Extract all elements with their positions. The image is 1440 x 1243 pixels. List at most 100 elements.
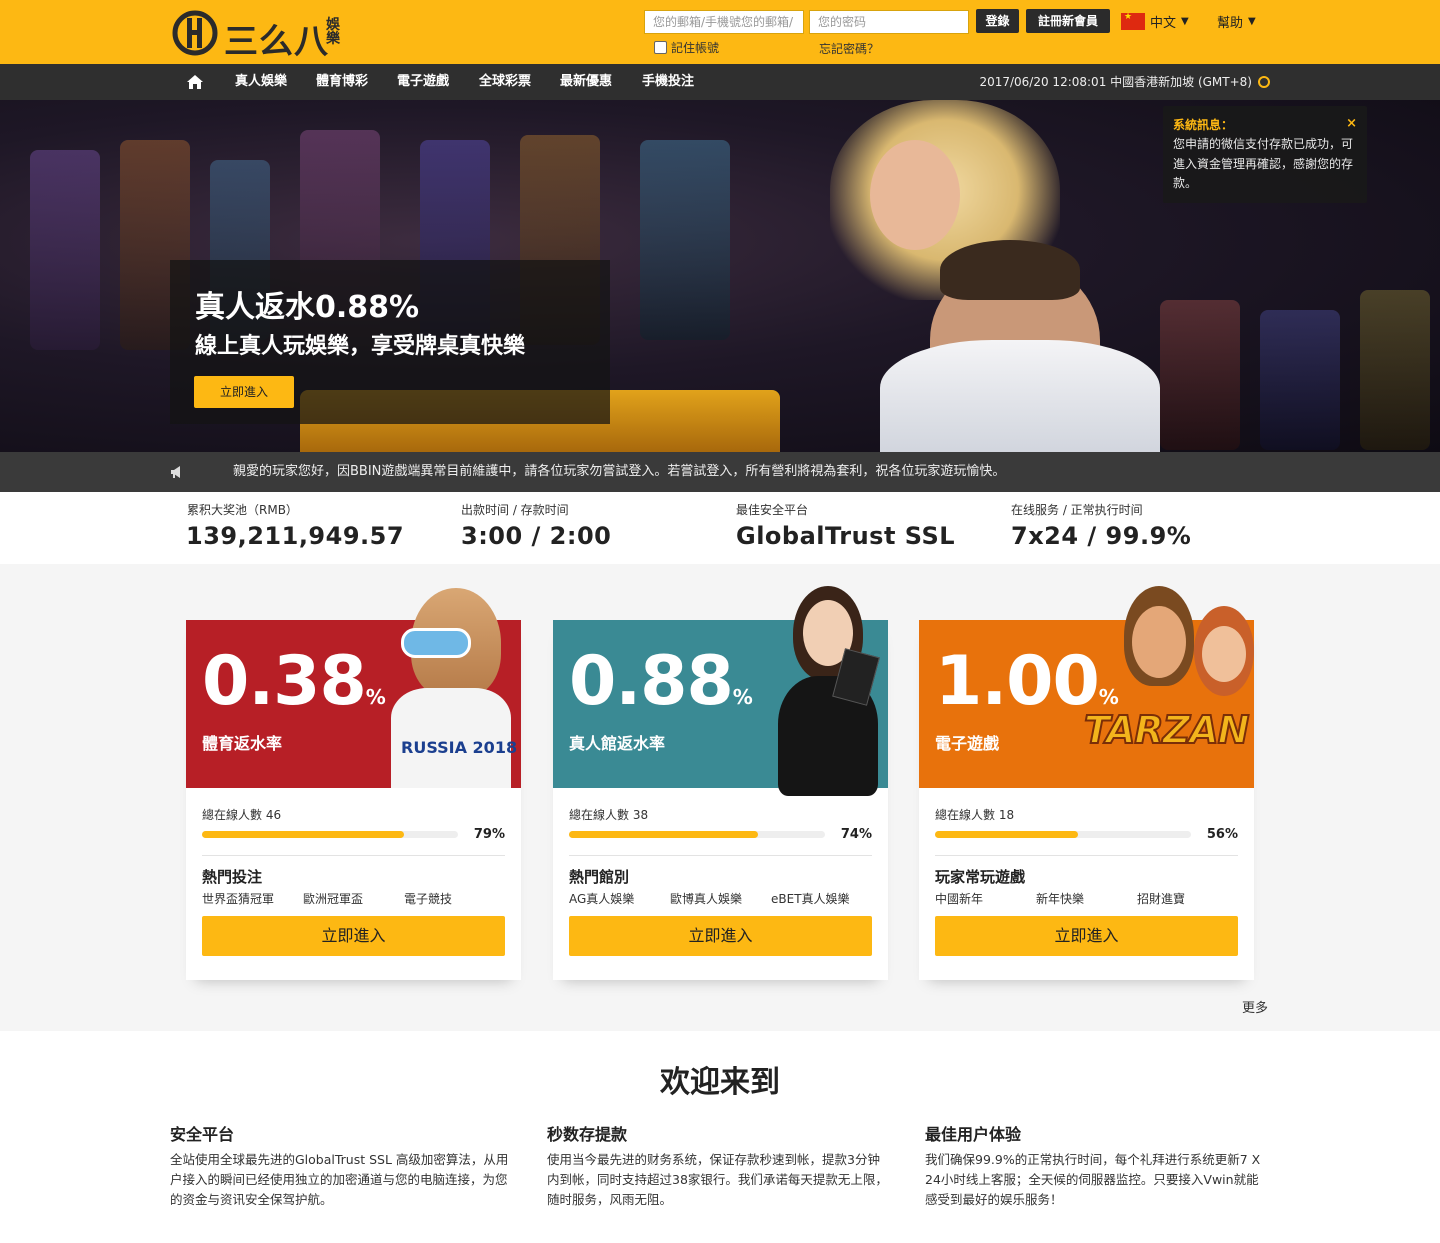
mascot-text: RUSSIA 2018: [401, 738, 518, 757]
progress-percent: 56%: [1206, 827, 1238, 842]
hot-links: 世界盃猜冠軍 歐洲冠軍盃 電子競技: [202, 890, 505, 907]
progress-percent: 74%: [840, 827, 872, 842]
card-header: RUSSIA 2018 0.38% 體育返水率: [186, 588, 521, 788]
announcement-text: 親愛的玩家您好，因BBIN遊戲端異常目前維護中，請各位玩家勿嘗試登入。若嘗試登入…: [233, 464, 1006, 479]
site-logo[interactable]: 三么八 娛樂: [172, 10, 348, 62]
logo-text: 三么八: [224, 22, 329, 62]
language-label: 中文: [1150, 16, 1177, 31]
online-progress-bar: [935, 831, 1191, 838]
enter-button[interactable]: 立即進入: [935, 916, 1238, 956]
rebate-card-live-casino: 0.88% 真人館返水率 總在線人數 38 74% 熱門館別 AG真人娛樂 歐博真…: [553, 586, 888, 980]
remember-account[interactable]: 記住帳號: [654, 39, 719, 56]
card-title: 電子遊戲: [935, 734, 1000, 753]
online-count: 總在線人數 18: [935, 808, 1015, 822]
stat-label-payout-time: 出款时间 / 存款时间: [461, 503, 569, 517]
hero-enter-button[interactable]: 立即進入: [194, 376, 294, 408]
hot-links: 中國新年 新年快樂 招財進寶: [935, 890, 1238, 907]
system-notice-popup: 系統訊息： × 您申請的微信支付存款已成功，可進入資金管理再確認，感謝您的存款。: [1163, 106, 1367, 203]
progress-percent: 79%: [473, 827, 505, 842]
divider: [202, 855, 505, 856]
hot-title: 玩家常玩遊戲: [935, 868, 1026, 886]
feature-body-experience: 我们确保99.9%的正常执行时间，每个礼拜进行系统更新7 X 24小时线上客服；…: [925, 1152, 1261, 1207]
login-button[interactable]: 登錄: [976, 9, 1019, 33]
stat-label-security: 最佳安全平台: [736, 503, 809, 517]
stat-value-security: GlobalTrust SSL: [736, 522, 956, 550]
hot-link[interactable]: 電子競技: [404, 890, 505, 907]
feature-title-experience: 最佳用户体验: [925, 1125, 1022, 1144]
feature-body-security: 全站使用全球最先进的GlobalTrust SSL 高级加密算法，从用户接入的瞬…: [170, 1152, 509, 1207]
card-title: 真人館返水率: [569, 734, 666, 753]
nav-item-sports[interactable]: 體育博彩: [316, 64, 368, 100]
dealer-image: [753, 586, 888, 796]
forgot-password-link[interactable]: 忘記密碼？: [819, 40, 879, 57]
notice-body: 您申請的微信支付存款已成功，可進入資金管理再確認，感謝您的存款。: [1173, 137, 1354, 190]
logo-subtext: 娛樂: [326, 17, 340, 47]
top-header: 三么八 娛樂 登錄 註冊新會員 記住帳號 忘記密碼？ 中文 ▼ 幫助 ▼: [0, 0, 1440, 64]
close-icon[interactable]: ×: [1346, 116, 1357, 131]
hot-link[interactable]: AG真人娛樂: [569, 890, 670, 907]
hot-link[interactable]: eBET真人娛樂: [771, 890, 872, 907]
nav-item-slots[interactable]: 電子遊戲: [397, 64, 449, 100]
hot-link[interactable]: 歐博真人娛樂: [670, 890, 771, 907]
stat-label-jackpot: 累积大奖池（RMB）: [187, 503, 298, 517]
announcement-bar: 親愛的玩家您好，因BBIN遊戲端異常目前維護中，請各位玩家勿嘗試登入。若嘗試登入…: [0, 452, 1440, 492]
stat-value-payout-time: 3:00 / 2:00: [461, 522, 612, 550]
progress-fill: [569, 831, 759, 838]
hot-link[interactable]: 中國新年: [935, 890, 1036, 907]
enter-button[interactable]: 立即進入: [202, 916, 505, 956]
card-title: 體育返水率: [202, 734, 283, 753]
nav-item-mobile[interactable]: 手機投注: [642, 64, 694, 100]
remember-label: 記住帳號: [671, 41, 720, 55]
stat-value-uptime: 7x24 / 99.9%: [1011, 522, 1192, 550]
home-icon[interactable]: [186, 73, 204, 91]
clock-text: 2017/06/20 12:08:01 中國香港新加坡 (GMT+8): [979, 75, 1252, 89]
help-label: 幫助: [1217, 16, 1244, 31]
divider: [569, 855, 872, 856]
megaphone-icon: [171, 466, 180, 478]
feature-title-fast-payment: 秒数存提款: [547, 1125, 628, 1144]
password-input[interactable]: [809, 10, 969, 34]
language-selector[interactable]: 中文 ▼: [1121, 12, 1189, 31]
rebate-card-sports: RUSSIA 2018 0.38% 體育返水率 總在線人數 46 79% 熱門投…: [186, 588, 521, 980]
hot-link[interactable]: 歐洲冠軍盃: [303, 890, 404, 907]
welcome-title: 欢迎来到: [660, 1065, 780, 1100]
hero-title: 真人返水0.88%: [195, 290, 420, 325]
more-link[interactable]: 更多: [1242, 997, 1268, 1016]
hot-link[interactable]: 新年快樂: [1036, 890, 1137, 907]
progress-fill: [935, 831, 1079, 838]
main-nav: 真人娛樂 體育博彩 電子遊戲 全球彩票 最新優惠 手機投注 2017/06/20…: [0, 64, 1440, 100]
help-menu[interactable]: 幫助 ▼: [1217, 12, 1256, 31]
notice-title: 系統訊息：: [1173, 118, 1234, 132]
card-rate: 0.38%: [202, 642, 386, 721]
feature-title-security: 安全平台: [170, 1125, 235, 1144]
nav-item-live-casino[interactable]: 真人娛樂: [235, 64, 287, 100]
online-count: 總在線人數 46: [202, 808, 282, 822]
hot-link[interactable]: 世界盃猜冠軍: [202, 890, 303, 907]
nav-item-lottery[interactable]: 全球彩票: [479, 64, 531, 100]
card-header: 0.88% 真人館返水率: [553, 586, 888, 796]
card-header: TARZAN 1.00% 電子遊戲: [919, 586, 1254, 788]
email-input[interactable]: [644, 10, 804, 34]
china-flag-icon: [1121, 12, 1145, 30]
nav-item-promotions[interactable]: 最新優惠: [560, 64, 612, 100]
clock: 2017/06/20 12:08:01 中國香港新加坡 (GMT+8): [979, 64, 1270, 100]
logo-emblem-icon: [172, 10, 218, 56]
hot-title: 熱門投注: [202, 868, 263, 886]
enter-button[interactable]: 立即進入: [569, 916, 872, 956]
chevron-down-icon: ▼: [1181, 16, 1189, 27]
progress-fill: [202, 831, 405, 838]
card-rate: 0.88%: [569, 642, 753, 721]
register-button[interactable]: 註冊新會員: [1026, 9, 1110, 33]
remember-checkbox[interactable]: [654, 41, 667, 54]
hero-subtitle: 線上真人玩娛樂，享受牌桌真快樂: [195, 334, 526, 359]
mascot-wolf-image: RUSSIA 2018: [371, 588, 521, 788]
hot-title: 熱門館別: [569, 868, 630, 886]
hot-link[interactable]: 招財進寶: [1137, 890, 1238, 907]
divider: [935, 855, 1238, 856]
online-progress-bar: [569, 831, 825, 838]
online-progress-bar: [202, 831, 458, 838]
online-count: 總在線人數 38: [569, 808, 649, 822]
rebate-card-slots: TARZAN 1.00% 電子遊戲 總在線人數 18 56% 玩家常玩遊戲 中國…: [919, 586, 1254, 980]
card-rate: 1.00%: [935, 642, 1119, 721]
clock-icon: [1258, 76, 1270, 88]
